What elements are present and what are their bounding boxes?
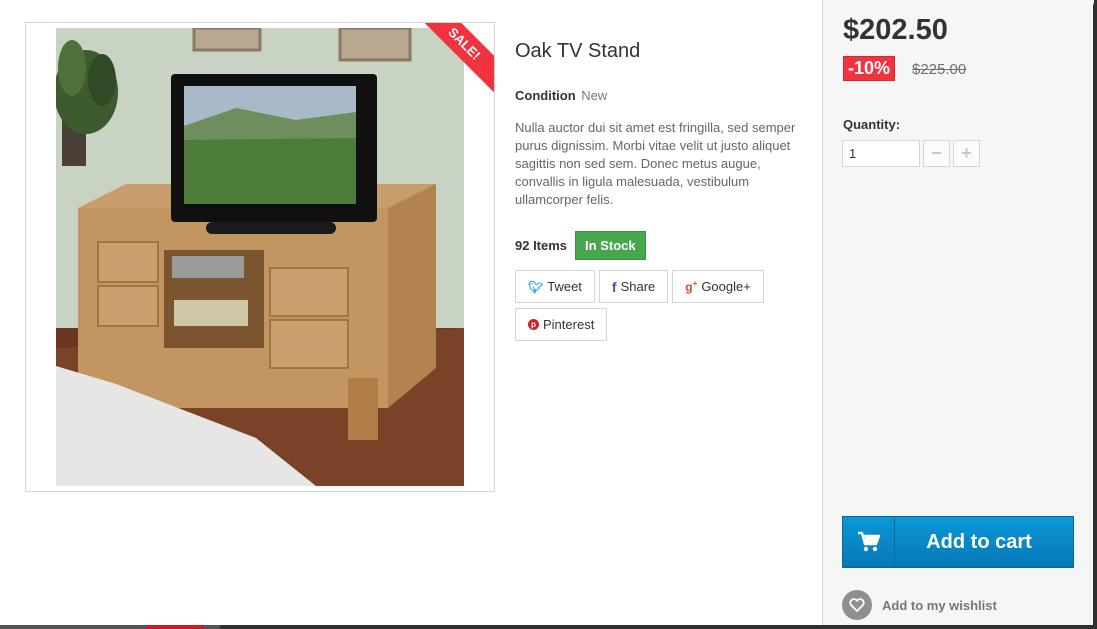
add-to-wishlist-link[interactable]: Add to my wishlist bbox=[842, 590, 997, 620]
product-title: Oak TV Stand bbox=[515, 40, 641, 62]
pinterest-button[interactable]: p Pinterest bbox=[515, 308, 608, 341]
share-label: Share bbox=[620, 279, 656, 294]
quantity-label: Quantity: bbox=[843, 117, 901, 132]
stock-info: 92 Items In Stock bbox=[515, 231, 805, 260]
cart-icon bbox=[857, 531, 880, 552]
old-price: $225.00 bbox=[912, 61, 967, 78]
current-price: $202.50 bbox=[843, 14, 948, 46]
product-image[interactable] bbox=[56, 28, 464, 486]
discount-badge: -10% bbox=[843, 56, 896, 81]
sale-ribbon-wrap: Sale! bbox=[409, 23, 494, 108]
add-to-cart-label: Add to cart bbox=[926, 530, 1032, 553]
cart-icon-box bbox=[843, 517, 895, 567]
quick-view-modal: ✕ bbox=[0, 0, 1094, 625]
heart-icon bbox=[842, 590, 872, 620]
stock-count: 92 Items bbox=[515, 238, 568, 253]
add-to-cart-button[interactable]: Add to cart bbox=[842, 516, 1074, 568]
social-share-buttons: 🐦︎ Tweet f Share g+ Google+ p Pinterest bbox=[515, 270, 775, 341]
product-condition: Condition New bbox=[515, 88, 805, 103]
purchase-panel: $202.50 -10% $225.00 Quantity: − + Add t… bbox=[822, 0, 1093, 625]
twitter-icon: 🐦︎ bbox=[528, 279, 544, 294]
product-description: Nulla auctor dui sit amet est fringilla,… bbox=[515, 120, 796, 207]
google-plus-icon: g+ bbox=[685, 279, 698, 294]
product-info: Oak TV Stand Condition New Nulla auctor … bbox=[515, 40, 805, 341]
tweet-button[interactable]: 🐦︎ Tweet bbox=[515, 270, 595, 303]
google-plus-button[interactable]: g+ Google+ bbox=[672, 270, 764, 303]
product-image-frame: Sale! bbox=[25, 22, 495, 492]
pinterest-icon: p bbox=[528, 319, 539, 330]
stock-status-badge: In Stock bbox=[575, 231, 646, 260]
facebook-icon: f bbox=[611, 278, 617, 295]
quantity-increase-button[interactable]: + bbox=[953, 140, 980, 167]
sale-ribbon: Sale! bbox=[409, 23, 494, 99]
condition-label: Condition bbox=[515, 88, 576, 103]
quantity-decrease-button[interactable]: − bbox=[923, 140, 950, 167]
condition-value: New bbox=[581, 88, 608, 103]
google-plus-label: Google+ bbox=[701, 279, 751, 294]
quantity-input[interactable] bbox=[842, 140, 920, 167]
facebook-share-button[interactable]: f Share bbox=[598, 270, 669, 303]
tweet-label: Tweet bbox=[547, 279, 582, 294]
wishlist-label: Add to my wishlist bbox=[882, 597, 997, 613]
pinterest-label: Pinterest bbox=[543, 317, 595, 332]
